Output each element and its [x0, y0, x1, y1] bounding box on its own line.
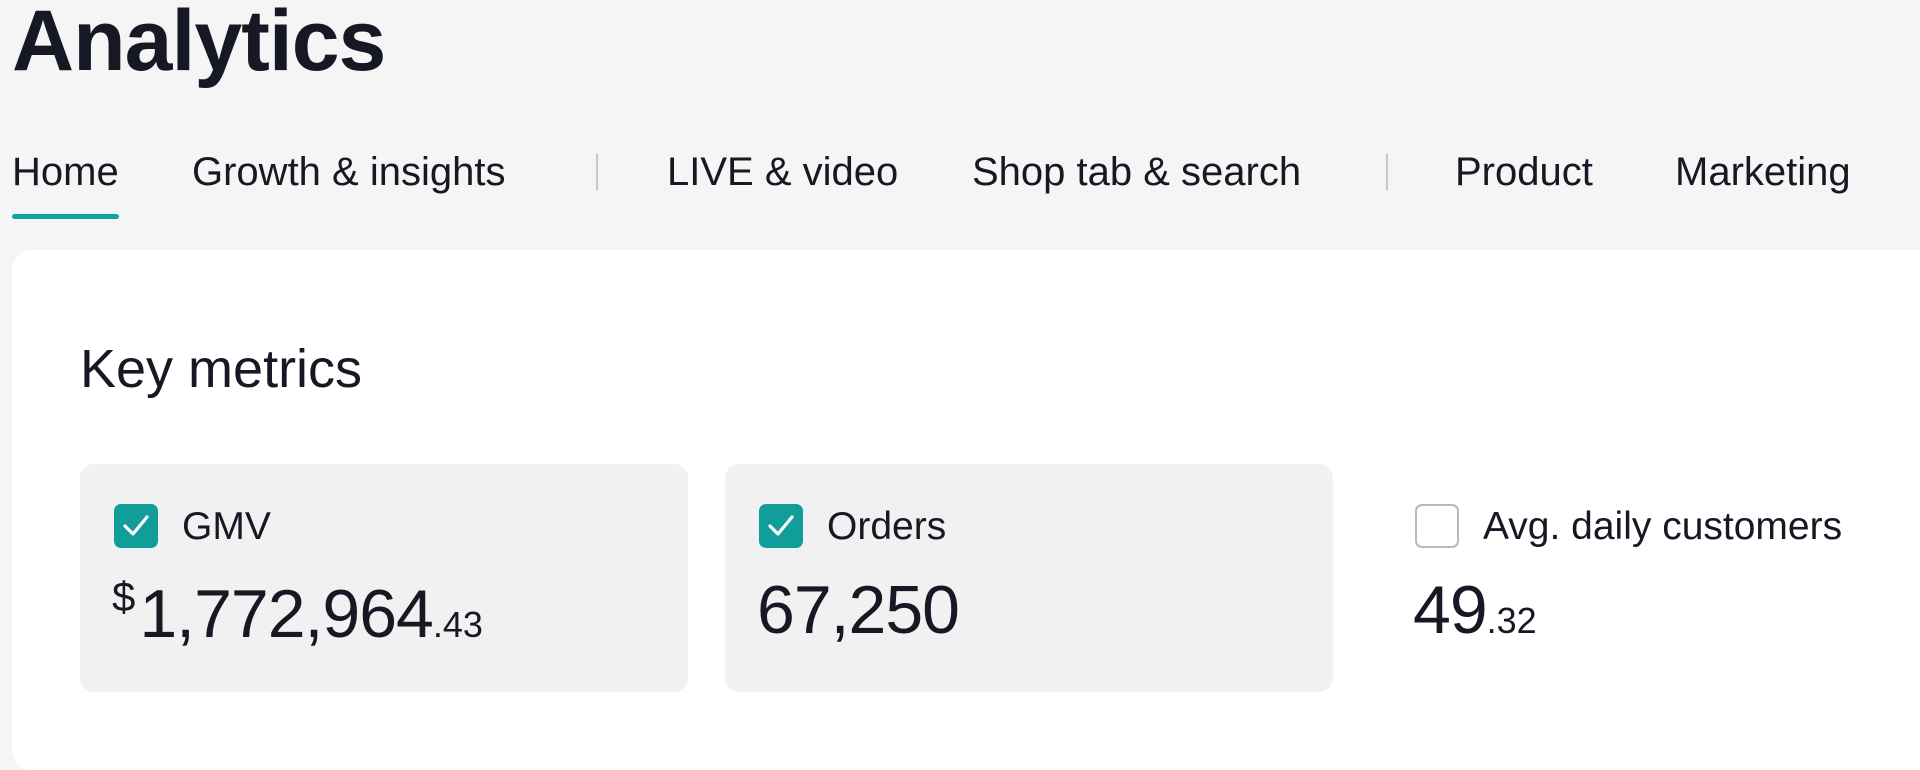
page-title: Analytics	[12, 0, 386, 89]
check-icon	[123, 515, 149, 536]
currency-symbol: $	[112, 573, 136, 620]
metric-value: 67,250	[757, 576, 960, 644]
metric-value: $1,772,964.43	[112, 573, 483, 649]
tab-separator	[1386, 154, 1388, 190]
tab-separator	[596, 154, 598, 190]
metric-card-orders[interactable]: Orders 67,250	[725, 464, 1333, 692]
key-metrics-panel: Key metrics GMV $1,772,964.43 Orders 67,…	[12, 250, 1920, 770]
avg-daily-customers-checkbox[interactable]	[1415, 504, 1459, 548]
metric-label: GMV	[182, 505, 271, 548]
metric-value-decimal: .43	[432, 604, 483, 645]
metric-value: 49.32	[1413, 576, 1537, 644]
metric-label: Orders	[827, 505, 947, 548]
metric-card-avg-daily-customers[interactable]: Avg. daily customers 49.32	[1381, 464, 1920, 692]
tab-home[interactable]: Home	[12, 150, 119, 219]
metric-value-main: 49	[1413, 572, 1488, 648]
metric-value-main: 1,772,964	[139, 576, 434, 652]
metric-card-gmv[interactable]: GMV $1,772,964.43	[80, 464, 688, 692]
orders-checkbox[interactable]	[759, 504, 803, 548]
tab-growth-insights[interactable]: Growth & insights	[192, 150, 505, 195]
section-title: Key metrics	[80, 339, 363, 399]
gmv-checkbox[interactable]	[114, 504, 158, 548]
tab-product[interactable]: Product	[1455, 150, 1593, 195]
check-icon	[768, 515, 794, 536]
metric-value-main: 67,250	[757, 572, 960, 648]
tab-live-video[interactable]: LIVE & video	[667, 150, 898, 195]
tab-shop-tab-search[interactable]: Shop tab & search	[972, 150, 1301, 195]
analytics-tabs: Home Growth & insights LIVE & video Shop…	[12, 138, 1912, 219]
metric-value-decimal: .32	[1486, 600, 1537, 641]
tab-marketing[interactable]: Marketing	[1675, 150, 1851, 195]
metric-label: Avg. daily customers	[1483, 505, 1843, 548]
